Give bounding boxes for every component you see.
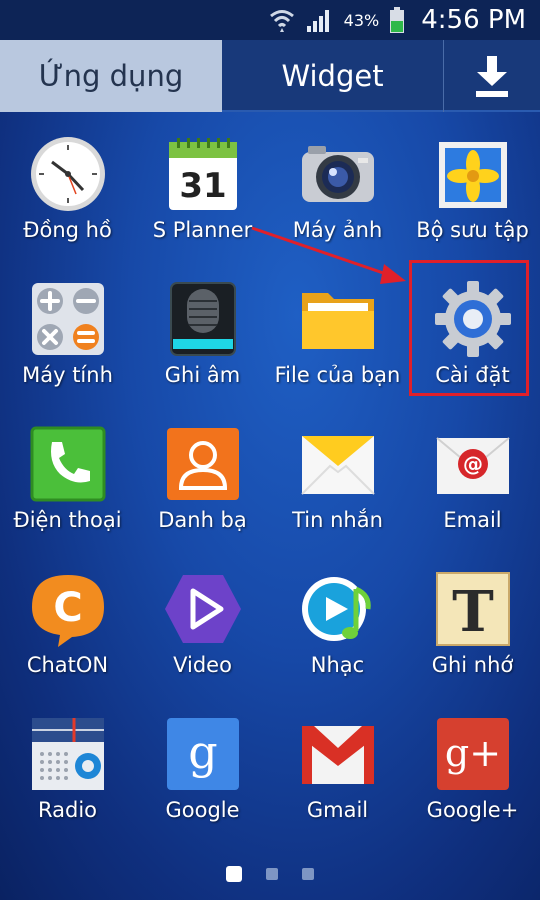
page-dot-2[interactable]: [266, 868, 278, 880]
app-label: Ghi nhớ: [431, 653, 514, 677]
svg-text:@: @: [463, 452, 483, 476]
page-indicator[interactable]: [0, 866, 540, 882]
video-play-icon: [164, 575, 241, 643]
svg-text:g: g: [188, 725, 217, 779]
radio-icon: [31, 718, 104, 790]
google-icon: g: [166, 718, 239, 790]
tab-apps[interactable]: Ứng dụng: [0, 40, 222, 112]
messages-envelope-icon: [300, 436, 375, 495]
app-label: Google+: [426, 798, 519, 822]
calculator-icon: [31, 283, 104, 355]
app-memo[interactable]: T Ghi nhớ: [405, 563, 540, 708]
app-drawer-tabs: Ứng dụng Widget: [0, 40, 540, 112]
app-label: Máy ảnh: [292, 218, 383, 242]
folder-icon: [301, 293, 374, 349]
contacts-icon: [166, 428, 239, 500]
app-label: Điện thoại: [13, 508, 122, 532]
signal-icon: [306, 10, 329, 32]
app-google[interactable]: g Google: [135, 708, 270, 853]
app-label: Đồng hồ: [23, 218, 112, 242]
app-calculator[interactable]: Máy tính: [0, 273, 135, 418]
gmail-icon: [301, 726, 374, 784]
app-label: Google: [165, 798, 240, 822]
app-label: Video: [173, 653, 232, 677]
app-label: File của bạn: [274, 363, 401, 387]
download-icon: [476, 56, 508, 97]
page-dot-1[interactable]: [226, 866, 242, 882]
gallery-icon: [438, 142, 507, 208]
svg-text:C: C: [53, 585, 82, 631]
app-s-planner[interactable]: 31 S Planner: [135, 128, 270, 273]
app-email[interactable]: @ Email: [405, 418, 540, 563]
calendar-icon: 31: [168, 138, 237, 210]
app-label: Bộ sưu tập: [416, 218, 529, 242]
calendar-day: 31: [179, 166, 226, 206]
app-google-plus[interactable]: g+ Google+: [405, 708, 540, 853]
microphone-icon: [169, 282, 236, 356]
svg-text:T: T: [452, 579, 494, 645]
app-gallery[interactable]: Bộ sưu tập: [405, 128, 540, 273]
page-dot-3[interactable]: [302, 868, 314, 880]
svg-text:g+: g+: [444, 731, 500, 775]
app-messages[interactable]: Tin nhắn: [270, 418, 405, 563]
app-settings[interactable]: Cài đặt: [405, 273, 540, 418]
memo-icon: T: [435, 572, 510, 646]
phone-icon: [30, 426, 105, 502]
wifi-icon: [269, 10, 294, 32]
app-contacts[interactable]: Danh bạ: [135, 418, 270, 563]
app-label: S Planner: [152, 218, 253, 242]
app-label: Ghi âm: [164, 363, 241, 387]
app-music[interactable]: Nhạc: [270, 563, 405, 708]
app-grid: Đồng hồ 31 S Planner Máy ảnh Bộ sưu tập …: [0, 128, 540, 853]
app-voice-recorder[interactable]: Ghi âm: [135, 273, 270, 418]
app-my-files[interactable]: File của bạn: [270, 273, 405, 418]
battery-percent: 43%: [343, 10, 380, 30]
app-label: Gmail: [306, 798, 369, 822]
camera-icon: [301, 146, 374, 202]
app-phone[interactable]: Điện thoại: [0, 418, 135, 563]
app-camera[interactable]: Máy ảnh: [270, 128, 405, 273]
app-label: Cài đặt: [435, 363, 510, 387]
download-button[interactable]: [444, 40, 540, 112]
app-label: Danh bạ: [158, 508, 247, 532]
app-label: ChatON: [26, 653, 109, 677]
app-clock[interactable]: Đồng hồ: [0, 128, 135, 273]
tab-widget[interactable]: Widget: [222, 40, 444, 112]
app-label: Tin nhắn: [292, 508, 383, 532]
google-plus-icon: g+: [436, 718, 509, 790]
battery-icon: [390, 7, 405, 33]
app-video[interactable]: Video: [135, 563, 270, 708]
music-icon: [301, 577, 371, 641]
app-label: Máy tính: [22, 363, 113, 387]
app-label: Nhạc: [310, 653, 365, 677]
chaton-icon: C: [31, 575, 104, 647]
clock-time: 4:56 PM: [421, 5, 526, 35]
app-chaton[interactable]: C ChatON: [0, 563, 135, 708]
app-gmail[interactable]: Gmail: [270, 708, 405, 853]
app-label: Email: [443, 508, 502, 532]
settings-gear-icon: [434, 281, 511, 357]
app-label: Radio: [37, 798, 97, 822]
email-icon: @: [435, 437, 510, 494]
status-bar: 43% 4:56 PM: [0, 0, 540, 40]
clock-icon: [30, 137, 105, 211]
app-radio[interactable]: Radio: [0, 708, 135, 853]
